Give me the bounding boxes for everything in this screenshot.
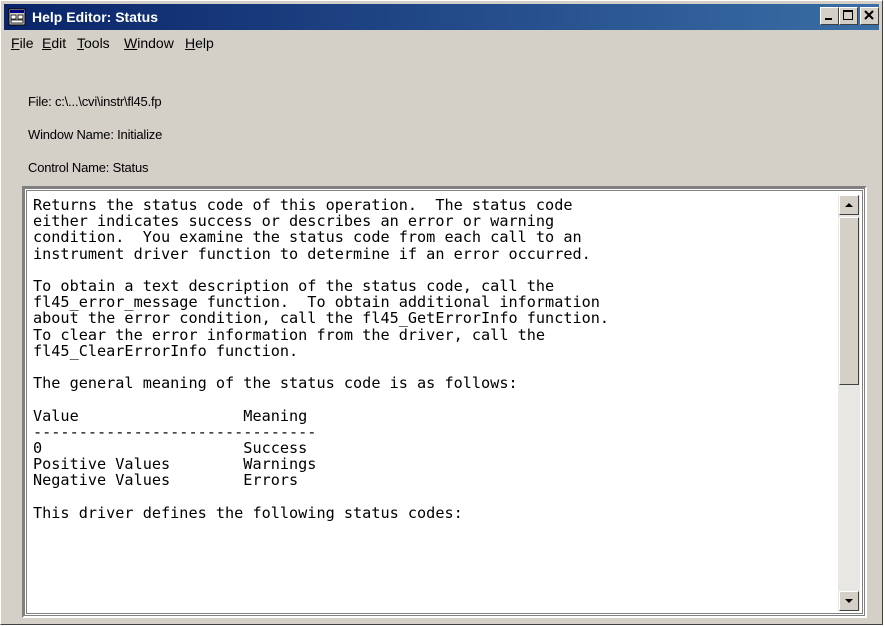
maximize-icon — [843, 10, 853, 20]
help-text[interactable]: Returns the status code of this operatio… — [33, 197, 833, 521]
menu-window[interactable]: Window — [124, 35, 174, 52]
scrollbar-thumb[interactable] — [839, 217, 859, 385]
minimize-icon — [825, 18, 832, 20]
window-name-label: Window Name: Initialize — [28, 127, 163, 142]
scroll-up-button[interactable] — [839, 195, 859, 215]
menu-help[interactable]: Help — [185, 35, 214, 52]
menu-bar: File Edit Tools Window Help — [4, 32, 879, 54]
control-name-label: Control Name: Status — [28, 160, 149, 175]
minimize-button[interactable] — [820, 7, 839, 25]
app-icon — [8, 8, 26, 26]
maximize-button[interactable] — [839, 7, 858, 25]
title-bar[interactable]: Help Editor: Status — [4, 4, 879, 30]
menu-file[interactable]: File — [11, 35, 34, 52]
close-button[interactable] — [860, 7, 879, 25]
window-title: Help Editor: Status — [32, 9, 159, 25]
menu-edit[interactable]: Edit — [42, 35, 66, 52]
arrow-down-icon — [845, 599, 853, 603]
help-editor-window: Help Editor: Status File Edit Tools Wind… — [0, 0, 883, 625]
vertical-scrollbar[interactable] — [838, 195, 860, 611]
help-text-area[interactable]: Returns the status code of this operatio… — [24, 188, 865, 616]
scroll-down-button[interactable] — [839, 591, 859, 611]
file-path-label: File: c:\...\cvi\instr\fl45.fp — [28, 94, 162, 109]
close-icon — [864, 10, 874, 20]
menu-tools[interactable]: Tools — [77, 35, 110, 52]
arrow-up-icon — [845, 203, 853, 207]
help-text-panel: Returns the status code of this operatio… — [22, 186, 867, 618]
